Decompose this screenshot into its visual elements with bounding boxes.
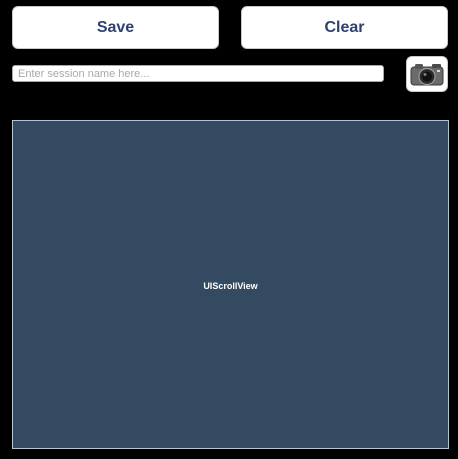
camera-button[interactable]	[406, 56, 448, 92]
session-name-input[interactable]	[12, 65, 384, 82]
save-button[interactable]: Save	[12, 6, 219, 49]
screen: Save Clear UIScrollView	[0, 0, 458, 459]
camera-icon	[410, 61, 444, 87]
scroll-view-label: UIScrollView	[203, 280, 258, 291]
scroll-view[interactable]: UIScrollView	[12, 120, 449, 449]
clear-button[interactable]: Clear	[241, 6, 448, 49]
